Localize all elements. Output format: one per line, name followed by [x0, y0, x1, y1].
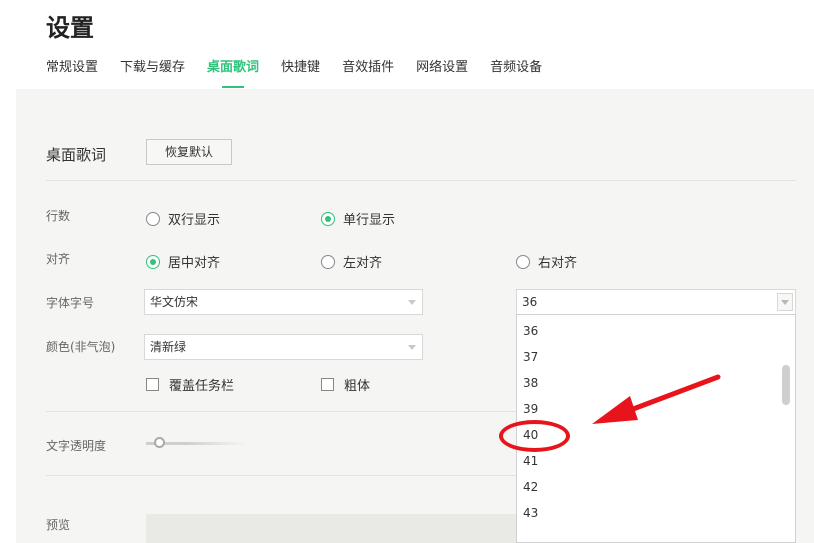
font-label: 字体字号	[46, 296, 95, 310]
select-value: 华文仿宋	[150, 295, 199, 309]
tab-network[interactable]: 网络设置	[416, 60, 468, 88]
tab-shortcuts[interactable]: 快捷键	[281, 60, 320, 88]
annotation-arrow-icon	[592, 374, 721, 424]
radio-label: 单行显示	[343, 213, 396, 228]
dropdown-toggle[interactable]	[777, 293, 793, 311]
radio-align-center[interactable]: 居中对齐	[146, 252, 220, 271]
dropdown-option[interactable]: 42	[523, 480, 538, 494]
opacity-slider-handle[interactable]	[154, 437, 165, 448]
dropdown-scrollbar[interactable]	[782, 365, 790, 405]
checkbox-box	[146, 378, 159, 391]
radio-circle	[321, 254, 335, 269]
radio-single-line[interactable]: 单行显示	[321, 209, 395, 228]
checkbox-bold[interactable]: 粗体	[321, 375, 370, 394]
dropdown-option[interactable]: 38	[523, 376, 538, 390]
tab-audio-plugins[interactable]: 音效插件	[342, 60, 394, 88]
font-size-select[interactable]: 36	[516, 289, 796, 315]
radio-label: 双行显示	[168, 213, 221, 228]
align-label: 对齐	[46, 252, 71, 266]
radio-align-left[interactable]: 左对齐	[321, 252, 382, 271]
radio-label: 右对齐	[538, 256, 578, 271]
divider	[46, 475, 516, 476]
dropdown-option[interactable]: 43	[523, 506, 538, 520]
checkbox-cover-taskbar[interactable]: 覆盖任务栏	[146, 375, 234, 394]
radio-double-line[interactable]: 双行显示	[146, 209, 220, 228]
radio-circle-selected	[321, 211, 335, 226]
radio-circle	[516, 254, 530, 269]
tab-general[interactable]: 常规设置	[46, 60, 98, 88]
dropdown-option[interactable]: 41	[523, 454, 538, 468]
radio-label: 左对齐	[343, 256, 383, 271]
color-select[interactable]: 清新绿	[144, 334, 423, 360]
dropdown-option[interactable]: 39	[523, 402, 538, 416]
checkbox-box	[321, 378, 334, 391]
tab-download-cache[interactable]: 下载与缓存	[120, 60, 185, 88]
annotation-circle	[499, 420, 570, 452]
select-value: 清新绿	[150, 340, 187, 354]
radio-circle-selected	[146, 254, 160, 269]
chevron-down-icon	[408, 300, 416, 305]
line-count-label: 行数	[46, 209, 71, 223]
checkbox-label: 粗体	[344, 379, 371, 394]
font-family-select[interactable]: 华文仿宋	[144, 289, 423, 315]
settings-tabs: 常规设置 下载与缓存 桌面歌词 快捷键 音效插件 网络设置 音频设备	[46, 60, 564, 88]
divider	[46, 180, 796, 181]
preview-label: 预览	[46, 518, 71, 532]
chevron-down-icon	[781, 300, 789, 305]
divider	[46, 411, 516, 412]
opacity-label: 文字透明度	[46, 439, 107, 453]
page-title: 设置	[46, 14, 94, 42]
dropdown-option[interactable]: 37	[523, 350, 538, 364]
chevron-down-icon	[408, 345, 416, 350]
color-label: 颜色(非气泡)	[46, 340, 116, 354]
section-title: 桌面歌词	[46, 146, 107, 164]
checkbox-label: 覆盖任务栏	[169, 379, 235, 394]
tab-desktop-lyrics[interactable]: 桌面歌词	[207, 60, 259, 88]
radio-align-right[interactable]: 右对齐	[516, 252, 577, 271]
radio-circle	[146, 211, 160, 226]
select-value: 36	[522, 295, 538, 309]
tab-audio-device[interactable]: 音频设备	[490, 60, 542, 88]
reset-default-button[interactable]: 恢复默认	[146, 139, 232, 165]
dropdown-option[interactable]: 36	[523, 324, 538, 338]
radio-label: 居中对齐	[168, 256, 221, 271]
